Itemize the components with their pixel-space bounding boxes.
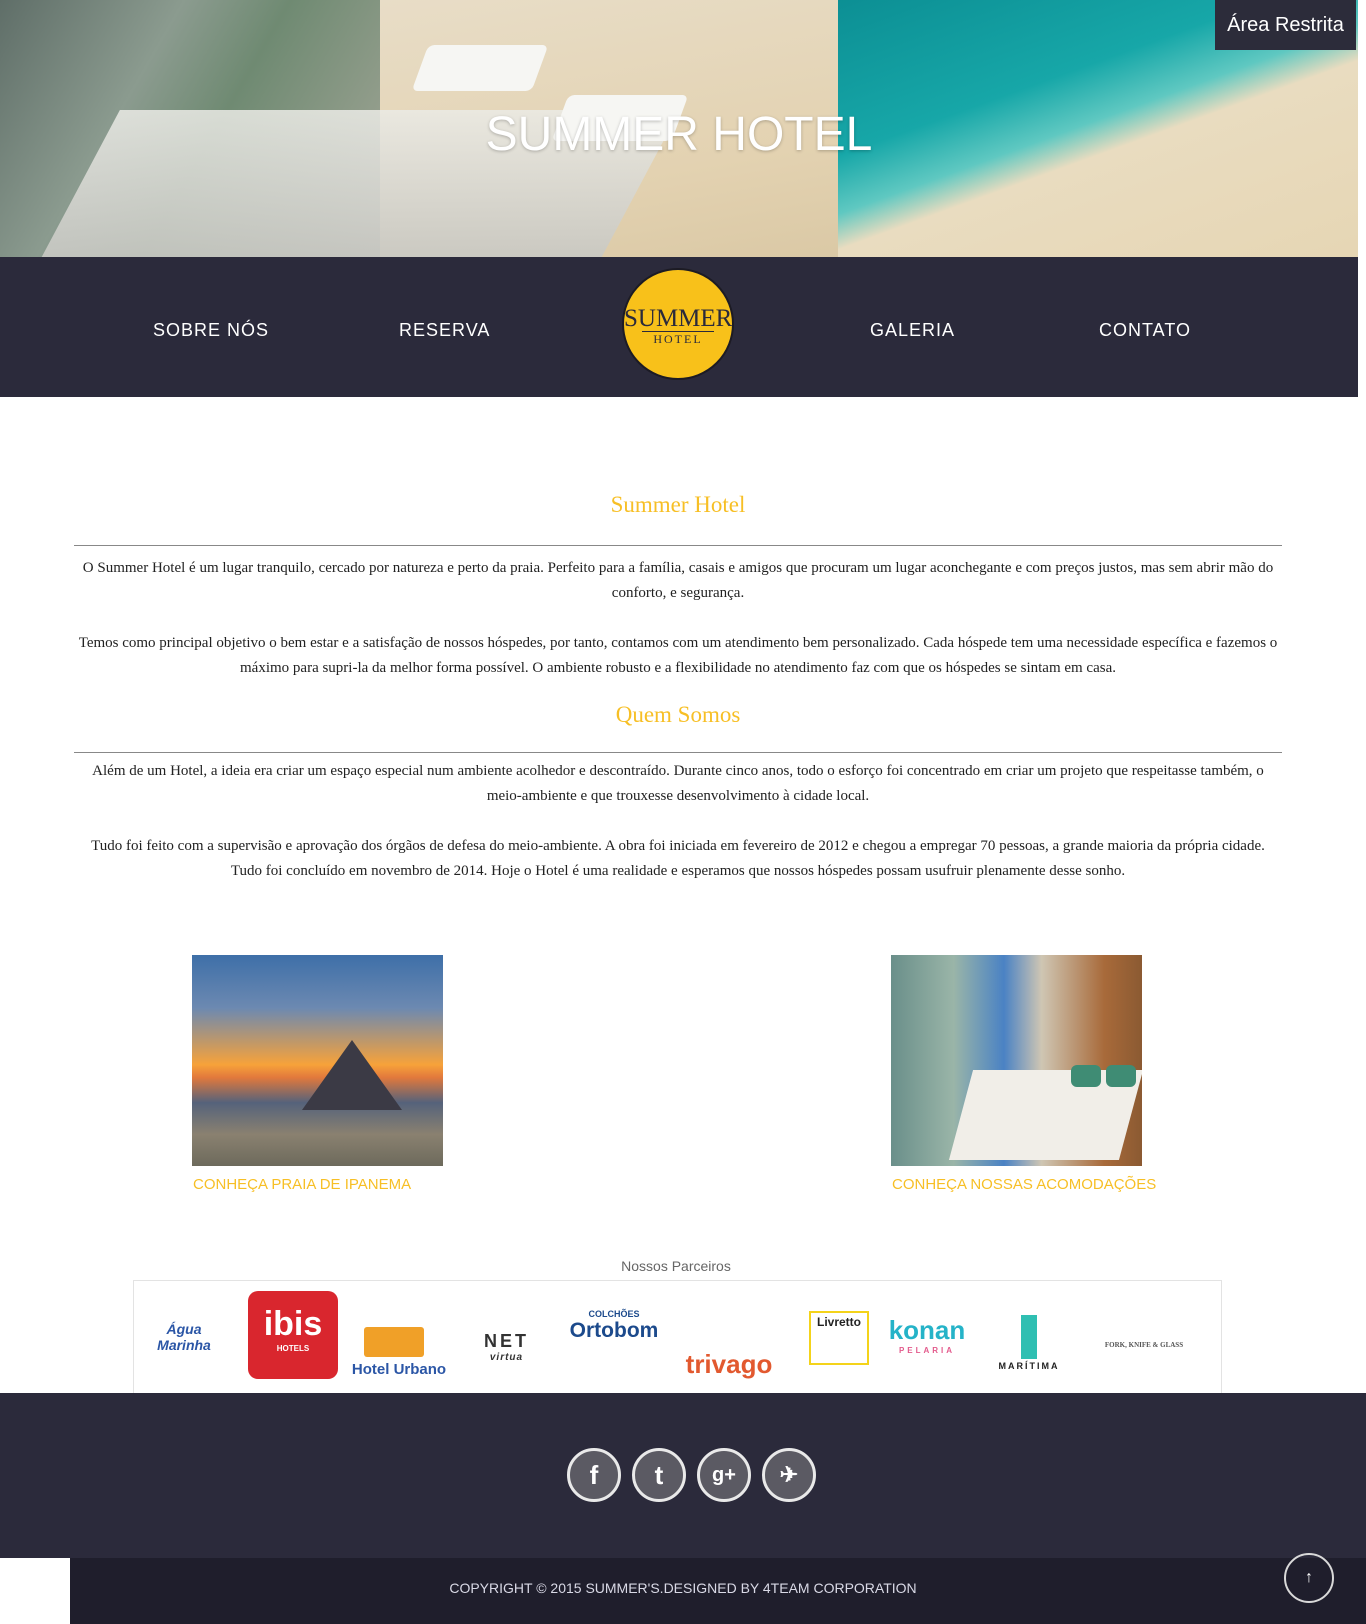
net-subtext: virtua — [489, 1352, 524, 1363]
partner-logo-konan[interactable]: konan PELARIA — [882, 1315, 972, 1355]
partner-logo-net[interactable]: NET virtua — [469, 1331, 544, 1363]
hotel-urbano-icon — [364, 1327, 424, 1357]
ipanema-image[interactable] — [192, 955, 443, 1166]
back-to-top-button[interactable]: ↑ — [1284, 1553, 1334, 1603]
section-title-quem-somos: Quem Somos — [615, 702, 741, 727]
nav-item-reserva[interactable]: RESERVA — [399, 320, 490, 341]
rooms-link[interactable]: CONHEÇA NOSSAS ACOMODAÇÕES — [892, 1176, 1156, 1193]
partner-logo-agua-marinha[interactable]: Água Marinha — [138, 1321, 230, 1353]
hero-banner: SUMMER HOTEL — [0, 0, 1358, 257]
mountain-shape — [302, 1040, 402, 1110]
partner-logo-fork-knife-glass[interactable]: FORK, KNIFE & GLASS — [1084, 1341, 1204, 1349]
nav-item-contato[interactable]: CONTATO — [1099, 320, 1191, 341]
logo-line2: HOTEL — [642, 331, 714, 346]
facebook-icon[interactable]: f — [567, 1448, 621, 1502]
rooms-image[interactable] — [891, 955, 1142, 1166]
nav-item-sobre-nos[interactable]: SOBRE NÓS — [153, 320, 269, 341]
konan-text: konan — [888, 1315, 966, 1345]
about-paragraph-1: O Summer Hotel é um lugar tranquilo, cer… — [82, 560, 1274, 601]
restricted-area-button[interactable]: Área Restrita — [1215, 0, 1356, 50]
nav-item-galeria[interactable]: GALERIA — [870, 320, 955, 341]
partner-logo-ibis[interactable]: ibis HOTELS — [248, 1291, 338, 1379]
google-plus-icon[interactable]: g+ — [697, 1448, 751, 1502]
copyright-bar: COPYRIGHT © 2015 SUMMER'S.DESIGNED BY 4T… — [0, 1553, 1366, 1624]
twitter-icon[interactable]: t — [632, 1448, 686, 1502]
hero-title: SUMMER HOTEL — [485, 108, 873, 161]
partner-logo-ortobom[interactable]: COLCHÕES Ortobom — [559, 1309, 669, 1343]
lighthouse-icon — [1021, 1315, 1037, 1359]
ibis-text: ibis — [263, 1305, 323, 1343]
section-title-summer-hotel: Summer Hotel — [610, 492, 746, 517]
pillow-shape — [1071, 1065, 1101, 1087]
hotel-logo[interactable]: SUMMER HOTEL — [622, 268, 734, 380]
logo-line1: SUMMER — [624, 305, 733, 332]
partner-logo-maritima[interactable]: MARÍTIMA — [984, 1361, 1074, 1371]
konan-subtext: PELARIA — [898, 1346, 956, 1355]
partner-logo-hotel-urbano[interactable]: Hotel Urbano — [344, 1361, 454, 1378]
net-text: NET — [484, 1331, 529, 1351]
copyright-text: COPYRIGHT © 2015 SUMMER'S.DESIGNED BY 4T… — [449, 1580, 917, 1596]
partners-strip: Água Marinha ibis HOTELS Hotel Urbano NE… — [133, 1280, 1222, 1394]
divider — [74, 545, 1282, 546]
who-paragraph-1: Além de um Hotel, a ideia era criar um e… — [92, 763, 1264, 804]
divider — [74, 752, 1282, 753]
ortobom-text: Ortobom — [569, 1319, 659, 1342]
partner-logo-trivago[interactable]: trivago — [674, 1349, 784, 1380]
about-paragraph-2: Temos como principal objetivo o bem esta… — [78, 635, 1278, 676]
umbrella-shape — [411, 45, 549, 91]
who-paragraph-2: Tudo foi feito com a supervisão e aprova… — [91, 838, 1265, 879]
footer: f t g+ ✈ — [0, 1393, 1366, 1558]
tripadvisor-icon[interactable]: ✈ — [762, 1448, 816, 1502]
partners-title: Nossos Parceiros — [621, 1258, 731, 1274]
partner-logo-livretto[interactable]: Livretto — [809, 1311, 869, 1365]
ipanema-link[interactable]: CONHEÇA PRAIA DE IPANEMA — [193, 1176, 411, 1193]
ortobom-subtext: COLCHÕES — [588, 1309, 640, 1319]
ibis-subtext: HOTELS — [276, 1344, 310, 1353]
pillow-shape — [1106, 1065, 1136, 1087]
main-nav: SOBRE NÓS RESERVA SUMMER HOTEL GALERIA C… — [0, 257, 1358, 397]
